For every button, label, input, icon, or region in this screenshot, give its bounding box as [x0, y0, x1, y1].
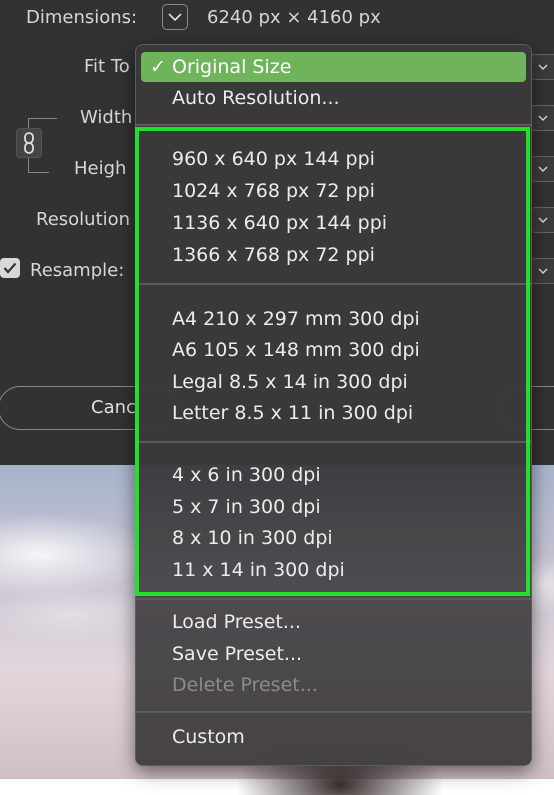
checkmark-icon [3, 262, 17, 274]
menu-item-custom[interactable]: Custom [136, 722, 531, 752]
resample-method-dropdown[interactable] [530, 258, 554, 284]
height-label: Heigh [74, 158, 127, 179]
chevron-down-icon [538, 268, 547, 274]
fit-to-menu: ✓ Original Size Auto Resolution... 960 x… [135, 44, 532, 766]
menu-separator [136, 441, 531, 443]
chain-link-icon[interactable] [16, 128, 42, 158]
menu-item-original-size[interactable]: ✓ Original Size [141, 52, 526, 82]
checkmark-icon: ✓ [150, 56, 166, 78]
height-unit-dropdown[interactable] [530, 156, 554, 182]
menu-item-preset[interactable]: Letter 8.5 x 11 in 300 dpi [136, 398, 531, 428]
chevron-down-icon [538, 217, 547, 223]
width-unit-dropdown[interactable] [530, 105, 554, 131]
menu-item-preset[interactable]: 1024 x 768 px 72 ppi [136, 176, 531, 206]
menu-item-load-preset[interactable]: Load Preset... [136, 607, 531, 637]
menu-separator [136, 598, 531, 600]
fit-to-label: Fit To [84, 56, 130, 77]
menu-item-preset[interactable]: 1136 x 640 px 144 ppi [136, 208, 531, 238]
constrain-bracket-bottom [28, 158, 49, 173]
menu-item-preset[interactable]: 8 x 10 in 300 dpi [136, 523, 531, 553]
menu-item-preset[interactable]: Legal 8.5 x 14 in 300 dpi [136, 367, 531, 397]
menu-separator [136, 711, 531, 713]
menu-item-preset[interactable]: 5 x 7 in 300 dpi [136, 492, 531, 522]
dimensions-label: Dimensions: [26, 7, 138, 28]
menu-item-preset[interactable]: 4 x 6 in 300 dpi [136, 460, 531, 490]
fit-to-dropdown[interactable] [530, 54, 554, 80]
menu-item-delete-preset: Delete Preset... [172, 674, 318, 696]
resolution-unit-dropdown[interactable] [530, 207, 554, 233]
menu-item-preset[interactable]: 11 x 14 in 300 dpi [136, 555, 531, 585]
menu-item-auto-resolution[interactable]: Auto Resolution... [136, 83, 531, 113]
chevron-down-icon [538, 64, 547, 70]
resolution-label: Resolution [36, 209, 131, 230]
menu-item-label: Auto Resolution... [172, 87, 340, 109]
resample-label: Resample: [30, 260, 125, 281]
menu-item-preset[interactable]: 1366 x 768 px 72 ppi [136, 240, 531, 270]
width-label: Width [80, 107, 133, 128]
resample-checkbox[interactable] [0, 258, 20, 278]
dimensions-value: 6240 px × 4160 px [207, 7, 381, 28]
cancel-button-label: Canc [91, 397, 136, 418]
dimensions-unit-button[interactable] [162, 4, 188, 30]
menu-item-label: Original Size [172, 56, 292, 78]
chevron-down-icon [538, 115, 547, 121]
chevron-down-icon [538, 166, 547, 172]
menu-item-save-preset[interactable]: Save Preset... [136, 639, 531, 669]
menu-item-preset[interactable]: A6 105 x 148 mm 300 dpi [136, 335, 531, 365]
chevron-down-icon [168, 13, 182, 22]
menu-separator [136, 124, 531, 126]
menu-item-preset[interactable]: A4 210 x 297 mm 300 dpi [136, 304, 531, 334]
menu-item-preset[interactable]: 960 x 640 px 144 ppi [136, 144, 531, 174]
menu-separator [136, 283, 531, 285]
